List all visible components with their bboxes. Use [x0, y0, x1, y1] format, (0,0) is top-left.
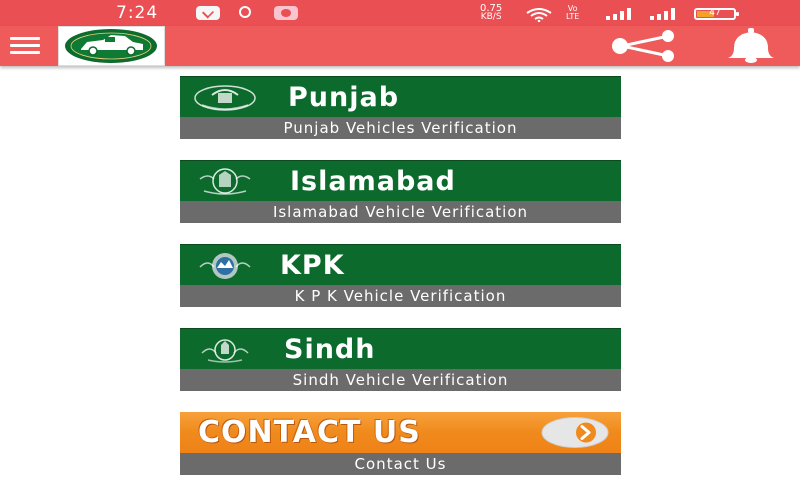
card-sindh-subtitle: Sindh Vehicle Verification — [180, 369, 621, 391]
card-kpk-banner: KPK — [180, 244, 621, 286]
battery-icon: 47 — [694, 8, 739, 20]
chrome-app-icon — [235, 6, 255, 20]
network-speed-unit: KB/S — [480, 12, 502, 22]
contact-us-title: CONTACT US — [198, 415, 421, 450]
car-logo-icon — [65, 29, 157, 63]
battery-level: 47 — [709, 8, 721, 18]
card-punjab-subtitle: Punjab Vehicles Verification — [180, 117, 621, 139]
card-islamabad[interactable]: Islamabad Islamabad Vehicle Verification — [180, 160, 621, 223]
card-islamabad-subtitle: Islamabad Vehicle Verification — [180, 201, 621, 223]
hamburger-icon — [10, 37, 40, 40]
hamburger-icon-line — [10, 44, 40, 47]
bell-icon[interactable] — [720, 28, 782, 64]
card-islamabad-banner: Islamabad — [180, 160, 621, 202]
arrow-right-icon — [541, 417, 609, 448]
islamabad-emblem-icon — [199, 168, 251, 195]
card-kpk-title: KPK — [280, 250, 345, 281]
card-punjab-banner: Punjab — [180, 76, 621, 118]
card-contact-us[interactable]: CONTACT US Contact Us — [180, 412, 621, 475]
menu-button[interactable] — [10, 37, 42, 55]
signal-icon — [606, 8, 638, 20]
app-logo — [58, 26, 165, 66]
card-kpk-subtitle: K P K Vehicle Verification — [180, 285, 621, 307]
share-icon[interactable] — [606, 30, 682, 62]
network-speed: 0.75 KB/S — [480, 4, 502, 22]
card-sindh-banner: Sindh — [180, 328, 621, 370]
app-bar — [0, 26, 800, 66]
volte-indicator: Vo LTE — [566, 5, 579, 21]
card-sindh-title: Sindh — [284, 334, 376, 365]
kpk-emblem-icon — [199, 253, 251, 279]
contact-us-subtitle: Contact Us — [180, 453, 621, 475]
hamburger-icon-line — [10, 51, 40, 54]
signal-icon-2 — [650, 8, 682, 20]
vpn-app-icon — [196, 6, 220, 20]
contact-us-banner: CONTACT US — [180, 412, 621, 453]
status-bar: 7:24 0.75 KB/S Vo LTE 47 — [0, 0, 800, 26]
punjab-emblem-icon — [194, 85, 256, 111]
wifi-icon — [526, 8, 552, 22]
status-time: 7:24 — [116, 3, 159, 23]
card-punjab-title: Punjab — [288, 82, 400, 113]
card-islamabad-title: Islamabad — [290, 166, 456, 197]
notification-app-icon — [274, 6, 298, 20]
card-punjab[interactable]: Punjab Punjab Vehicles Verification — [180, 76, 621, 139]
volte-bottom: LTE — [566, 12, 580, 21]
card-sindh[interactable]: Sindh Sindh Vehicle Verification — [180, 328, 621, 391]
card-kpk[interactable]: KPK K P K Vehicle Verification — [180, 244, 621, 307]
sindh-emblem-icon — [201, 339, 249, 363]
